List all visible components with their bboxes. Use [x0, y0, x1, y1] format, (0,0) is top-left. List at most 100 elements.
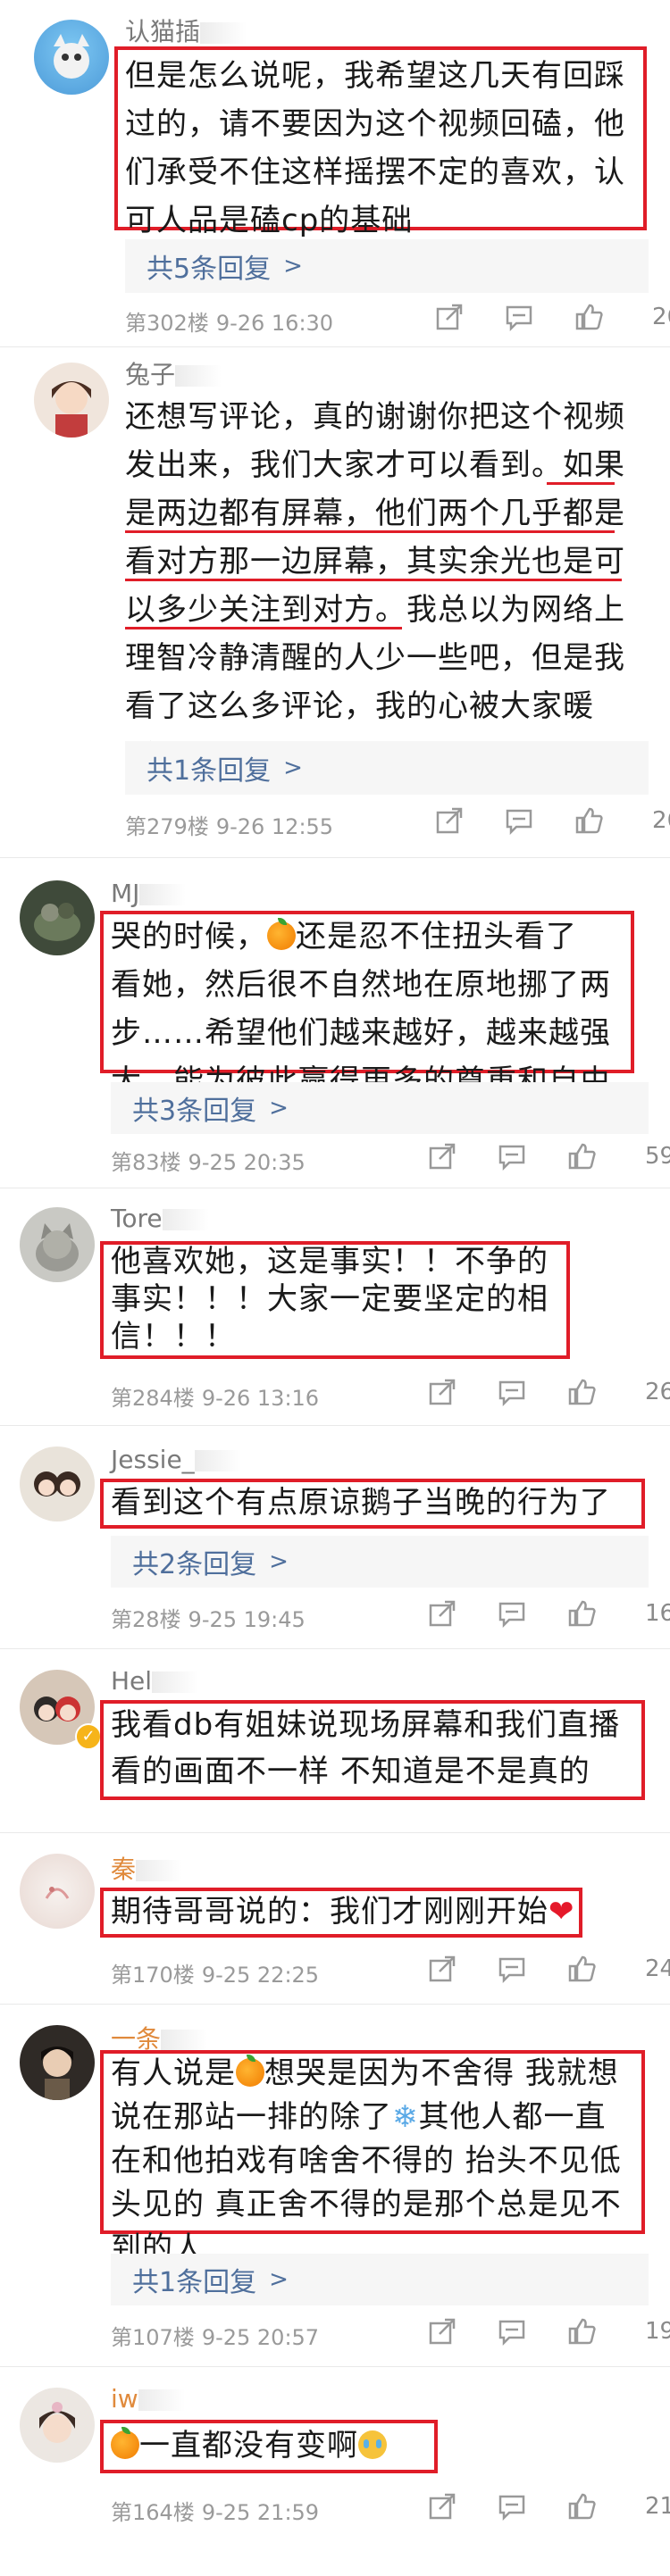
- comment-text: 他喜欢她，这是事实！！不争的 事实！！！大家一定要坚定的相 信！！！: [111, 1244, 549, 1355]
- comment-icon[interactable]: [497, 2316, 527, 2347]
- comment-icon[interactable]: [497, 1598, 527, 1629]
- action-bar: 16: [427, 1598, 670, 1629]
- avatar[interactable]: [20, 2388, 95, 2463]
- comment-text: 我看db有姐妹说现场屏幕和我们直播 看的画面不一样 不知道是不是真的: [111, 1707, 621, 1789]
- divider: [0, 1648, 670, 1649]
- comment-meta: 第279楼 9-26 12:55: [125, 814, 334, 839]
- comment-icon[interactable]: [497, 1377, 527, 1407]
- avatar[interactable]: [20, 2025, 95, 2100]
- comment-text: 但是怎么说呢，我希望这几天有回踩 过的，请不要因为这个视频回磕，他 们承受不住这…: [125, 58, 625, 238]
- comment-meta: 第284楼 9-26 13:16: [111, 1386, 320, 1411]
- action-bar: 24: [427, 1954, 670, 1984]
- thumbs-up-icon[interactable]: [574, 805, 604, 836]
- share-icon[interactable]: [427, 1377, 457, 1407]
- replies-link[interactable]: 共1条回复 >: [111, 2254, 649, 2305]
- username[interactable]: 认猫插: [125, 13, 247, 48]
- share-icon[interactable]: [434, 805, 465, 836]
- avatar[interactable]: [20, 1207, 95, 1282]
- comment-icon[interactable]: [497, 1141, 527, 1171]
- comment-icon[interactable]: [497, 1954, 527, 1984]
- comment-meta: 第28楼 9-25 19:45: [111, 1607, 306, 1632]
- comment-icon[interactable]: [504, 805, 534, 836]
- like-count: 24: [645, 1955, 670, 1982]
- share-icon[interactable]: [427, 1141, 457, 1171]
- underline-mark: [125, 627, 402, 629]
- comment-meta: 第83楼 9-25 20:35: [111, 1150, 306, 1175]
- username[interactable]: 秦: [111, 1850, 183, 1886]
- action-bar: 26: [427, 1377, 670, 1407]
- like-count: 21: [645, 2493, 670, 2520]
- replies-link[interactable]: 共2条回复 >: [111, 1536, 649, 1588]
- username[interactable]: Tore: [111, 1204, 209, 1233]
- replies-link[interactable]: 共1条回复 >: [125, 741, 649, 795]
- underline-mark: [547, 482, 615, 485]
- thumbs-up-icon[interactable]: [566, 1954, 597, 1984]
- replies-link[interactable]: 共3条回复 >: [111, 1082, 649, 1134]
- share-icon[interactable]: [427, 1598, 457, 1629]
- comment-meta: 第164楼 9-25 21:59: [111, 2500, 320, 2525]
- action-bar: 21: [427, 2491, 670, 2522]
- thumbs-up-icon[interactable]: [566, 2491, 597, 2522]
- thumbs-up-icon[interactable]: [566, 1598, 597, 1629]
- chevron-right-icon: >: [283, 253, 303, 279]
- orange-emoji-icon: [111, 2427, 139, 2459]
- divider: [0, 2004, 670, 2005]
- thumbs-up-icon[interactable]: [566, 1141, 597, 1171]
- divider: [0, 1425, 670, 1426]
- divider: [0, 346, 670, 347]
- chevron-right-icon: >: [283, 754, 303, 781]
- avatar[interactable]: [20, 880, 95, 955]
- underline-mark: [125, 579, 622, 581]
- chevron-right-icon: >: [269, 1548, 289, 1575]
- heart-emoji-icon: ❤: [549, 1894, 575, 1930]
- share-icon[interactable]: [434, 302, 465, 332]
- comment-text: 一直都没有变啊: [111, 2422, 387, 2470]
- divider: [0, 2366, 670, 2367]
- avatar[interactable]: [34, 20, 109, 95]
- like-count: 19: [645, 2318, 670, 2345]
- comment-meta: 第107楼 9-25 20:57: [111, 2325, 320, 2350]
- action-bar: 26: [434, 805, 670, 836]
- avatar[interactable]: [20, 1854, 95, 1929]
- comment-icon[interactable]: [504, 302, 534, 332]
- share-icon[interactable]: [427, 2316, 457, 2347]
- username[interactable]: Jessie_: [111, 1445, 241, 1474]
- action-bar: 26: [434, 302, 670, 332]
- like-count: 26: [652, 807, 670, 834]
- crying-emoji-icon: [358, 2430, 387, 2459]
- comment-text: 还想写评论，真的谢谢你把这个视频 发出来，我们大家才可以看到。如果 是两边都有屏…: [125, 399, 625, 772]
- divider: [0, 1832, 670, 1833]
- like-count: 26: [652, 304, 670, 330]
- comment-text: 期待哥哥说的：我们才刚刚开始❤: [111, 1894, 575, 1930]
- share-icon[interactable]: [427, 2491, 457, 2522]
- comment-meta: 第302楼 9-26 16:30: [125, 311, 334, 336]
- replies-link[interactable]: 共5条回复 >: [125, 239, 649, 293]
- comment-meta: 第170楼 9-25 22:25: [111, 1963, 320, 1988]
- username[interactable]: 兔子: [125, 355, 222, 391]
- comment-text: 有人说是 想哭是因为不舍得 我就想 说在那站一排的除了❄其他人都一直 在和他拍戏有…: [111, 2055, 622, 2266]
- like-count: 59: [645, 1143, 670, 1170]
- verified-badge-icon: ✓: [75, 1723, 102, 1750]
- underline-mark: [125, 530, 615, 533]
- comment-icon[interactable]: [497, 2491, 527, 2522]
- thumbs-up-icon[interactable]: [566, 2316, 597, 2347]
- comment-text: 看到这个有点原谅鹅子当晚的行为了: [111, 1485, 611, 1521]
- avatar[interactable]: [20, 1446, 95, 1521]
- chevron-right-icon: >: [269, 1095, 289, 1121]
- snowflake-emoji-icon: ❄: [392, 2099, 419, 2135]
- username[interactable]: MJ: [111, 879, 187, 908]
- chevron-right-icon: >: [269, 2266, 289, 2293]
- action-bar: 59: [427, 1141, 670, 1171]
- username[interactable]: iw: [111, 2384, 185, 2413]
- avatar[interactable]: [34, 363, 109, 438]
- like-count: 16: [645, 1600, 670, 1627]
- thumbs-up-icon[interactable]: [574, 302, 604, 332]
- thumbs-up-icon[interactable]: [566, 1377, 597, 1407]
- orange-emoji-icon: [236, 2055, 264, 2087]
- username[interactable]: Hel: [111, 1666, 199, 1696]
- orange-emoji-icon: [267, 918, 296, 950]
- action-bar: 19: [427, 2316, 670, 2347]
- divider: [0, 857, 670, 858]
- share-icon[interactable]: [427, 1954, 457, 1984]
- comment-text: 哭的时候， 还是忍不住扭头看了 看她，然后很不自然地在原地挪了两 步……希望他们越…: [111, 918, 611, 1099]
